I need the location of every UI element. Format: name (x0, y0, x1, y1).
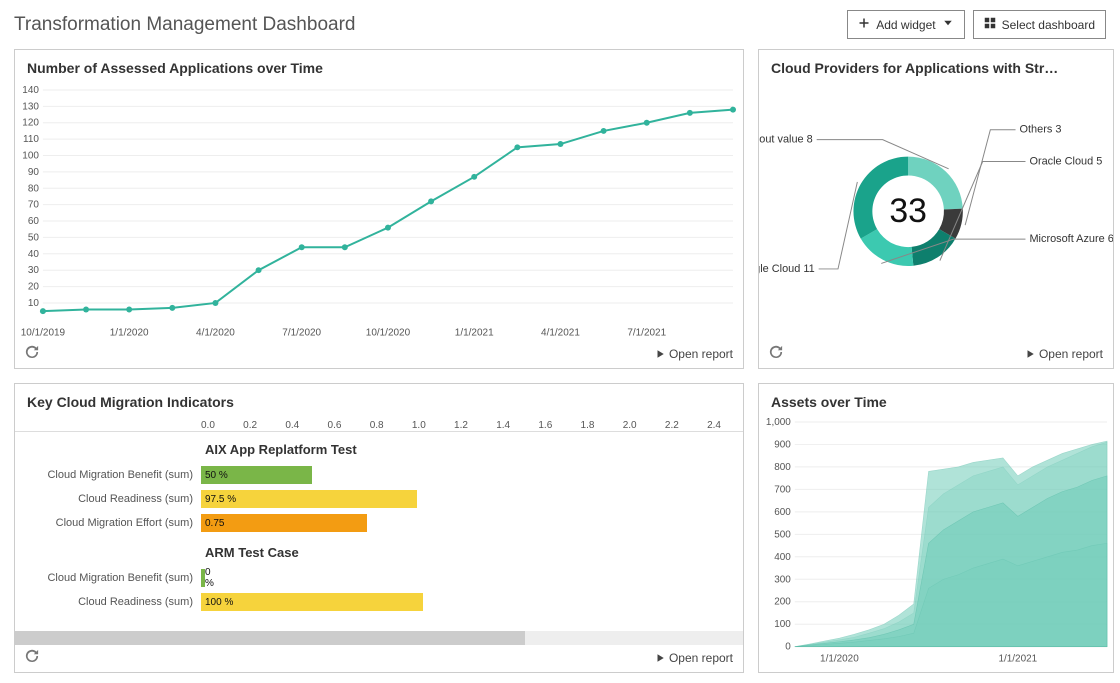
svg-text:1/1/2020: 1/1/2020 (820, 654, 859, 665)
svg-text:300: 300 (774, 574, 791, 585)
svg-text:130: 130 (22, 101, 39, 112)
svg-text:80: 80 (28, 183, 40, 194)
svg-text:33: 33 (889, 192, 927, 230)
kcmi-row: Cloud Migration Benefit (sum)0 % (15, 566, 733, 590)
svg-text:60: 60 (28, 216, 40, 227)
kcmi-scroll[interactable]: AIX App Replatform TestCloud Migration B… (15, 432, 743, 631)
svg-text:30: 30 (28, 265, 40, 276)
card-title: Assets over Time (759, 384, 1113, 416)
svg-text:40: 40 (28, 249, 40, 260)
svg-text:4/1/2020: 4/1/2020 (196, 327, 235, 338)
svg-text:200: 200 (774, 597, 791, 608)
kcmi-group-title: AIX App Replatform Test (15, 432, 733, 463)
kcmi-row-label: Cloud Readiness (sum) (15, 596, 201, 608)
kcmi-row-label: Cloud Migration Benefit (sum) (15, 469, 201, 481)
card-cloud-providers: Cloud Providers for Applications with St… (758, 49, 1114, 369)
svg-text:1/1/2021: 1/1/2021 (998, 654, 1037, 665)
svg-text:900: 900 (774, 439, 791, 450)
card-title: Cloud Providers for Applications with St… (759, 50, 1113, 82)
kcmi-bar[interactable]: 100 % (201, 593, 423, 611)
svg-text:Oracle Cloud 5: Oracle Cloud 5 (1029, 156, 1102, 168)
chevron-down-icon (942, 17, 954, 32)
svg-text:7/1/2021: 7/1/2021 (627, 327, 666, 338)
kcmi-bar[interactable]: 0 % (201, 569, 205, 587)
svg-text:700: 700 (774, 484, 791, 495)
donut-chart: 33 Without value 8 Others 3 Oracle Cloud 5 M… (759, 82, 1113, 341)
open-report-link[interactable]: Open report (655, 651, 733, 665)
card-kcmi: Key Cloud Migration Indicators 0.00.20.4… (14, 383, 744, 673)
svg-text:140: 140 (22, 85, 39, 96)
open-report-link[interactable]: Open report (655, 347, 733, 361)
kcmi-x-scale: 0.00.20.40.60.81.01.21.41.61.82.02.22.4 (15, 416, 743, 432)
kcmi-row: Cloud Readiness (sum)100 % (15, 590, 733, 614)
svg-text:500: 500 (774, 529, 791, 540)
svg-text:90: 90 (28, 167, 40, 178)
select-dashboard-button[interactable]: Select dashboard (973, 10, 1106, 39)
svg-text:800: 800 (774, 462, 791, 473)
svg-text:7/1/2020: 7/1/2020 (282, 327, 321, 338)
kcmi-row-label: Cloud Readiness (sum) (15, 493, 201, 505)
svg-text:1/1/2021: 1/1/2021 (455, 327, 494, 338)
svg-text:Google Cloud 11: Google Cloud 11 (759, 263, 815, 275)
svg-text:10: 10 (28, 298, 40, 309)
kcmi-horizontal-scrollbar[interactable] (15, 631, 743, 645)
svg-text:120: 120 (22, 118, 39, 129)
svg-text:50: 50 (28, 232, 40, 243)
svg-text:400: 400 (774, 552, 791, 563)
svg-text:110: 110 (23, 134, 39, 145)
svg-text:100: 100 (22, 151, 39, 162)
kcmi-row-label: Cloud Migration Effort (sum) (15, 517, 201, 529)
grid-icon (984, 17, 996, 32)
card-assets-over-time: Assets over Time 0 100 200 300 400 500 600 700 8… (758, 383, 1114, 673)
page-title: Transformation Management Dashboard (14, 14, 355, 36)
add-widget-button[interactable]: Add widget (847, 10, 964, 39)
plus-icon (858, 17, 870, 32)
refresh-icon[interactable] (25, 649, 39, 666)
card-title: Key Cloud Migration Indicators (15, 384, 743, 416)
svg-text:10/1/2020: 10/1/2020 (366, 327, 411, 338)
area-chart: 0 100 200 300 400 500 600 700 800 900 1,000 1/1/202… (759, 416, 1113, 667)
kcmi-row: Cloud Migration Benefit (sum)50 % (15, 463, 733, 487)
kcmi-row: Cloud Migration Effort (sum)0.75 (15, 511, 733, 535)
svg-text:10/1/2019: 10/1/2019 (21, 327, 66, 338)
kcmi-row: Cloud Readiness (sum)97.5 % (15, 487, 733, 511)
kcmi-row-label: Cloud Migration Benefit (sum) (15, 572, 201, 584)
svg-text:Microsoft Azure 6: Microsoft Azure 6 (1029, 233, 1113, 245)
svg-text:0: 0 (785, 642, 791, 653)
open-report-link[interactable]: Open report (1025, 347, 1103, 361)
select-dashboard-label: Select dashboard (1002, 18, 1095, 32)
svg-text:Others 3: Others 3 (1020, 124, 1062, 136)
kcmi-bar[interactable]: 50 % (201, 466, 312, 484)
svg-text:1/1/2020: 1/1/2020 (110, 327, 149, 338)
header-buttons: Add widget Select dashboard (847, 10, 1106, 39)
refresh-icon[interactable] (769, 345, 783, 362)
kcmi-bar[interactable]: 0.75 (201, 514, 367, 532)
svg-text:4/1/2021: 4/1/2021 (541, 327, 580, 338)
card-title: Number of Assessed Applications over Tim… (15, 50, 743, 82)
svg-text:100: 100 (774, 619, 791, 630)
line-chart: 10 20 30 40 50 60 70 80 90 100 110 120 130 140 10/1/20… (15, 82, 743, 341)
svg-text:600: 600 (774, 507, 791, 518)
svg-text:70: 70 (28, 200, 40, 211)
add-widget-label: Add widget (876, 18, 935, 32)
svg-text:20: 20 (28, 282, 40, 293)
kcmi-bar[interactable]: 97.5 % (201, 490, 417, 508)
refresh-icon[interactable] (25, 345, 39, 362)
svg-text:Without value 8: Without value 8 (759, 134, 813, 146)
svg-text:1,000: 1,000 (766, 417, 791, 428)
kcmi-group-title: ARM Test Case (15, 535, 733, 566)
card-apps-over-time: Number of Assessed Applications over Tim… (14, 49, 744, 369)
